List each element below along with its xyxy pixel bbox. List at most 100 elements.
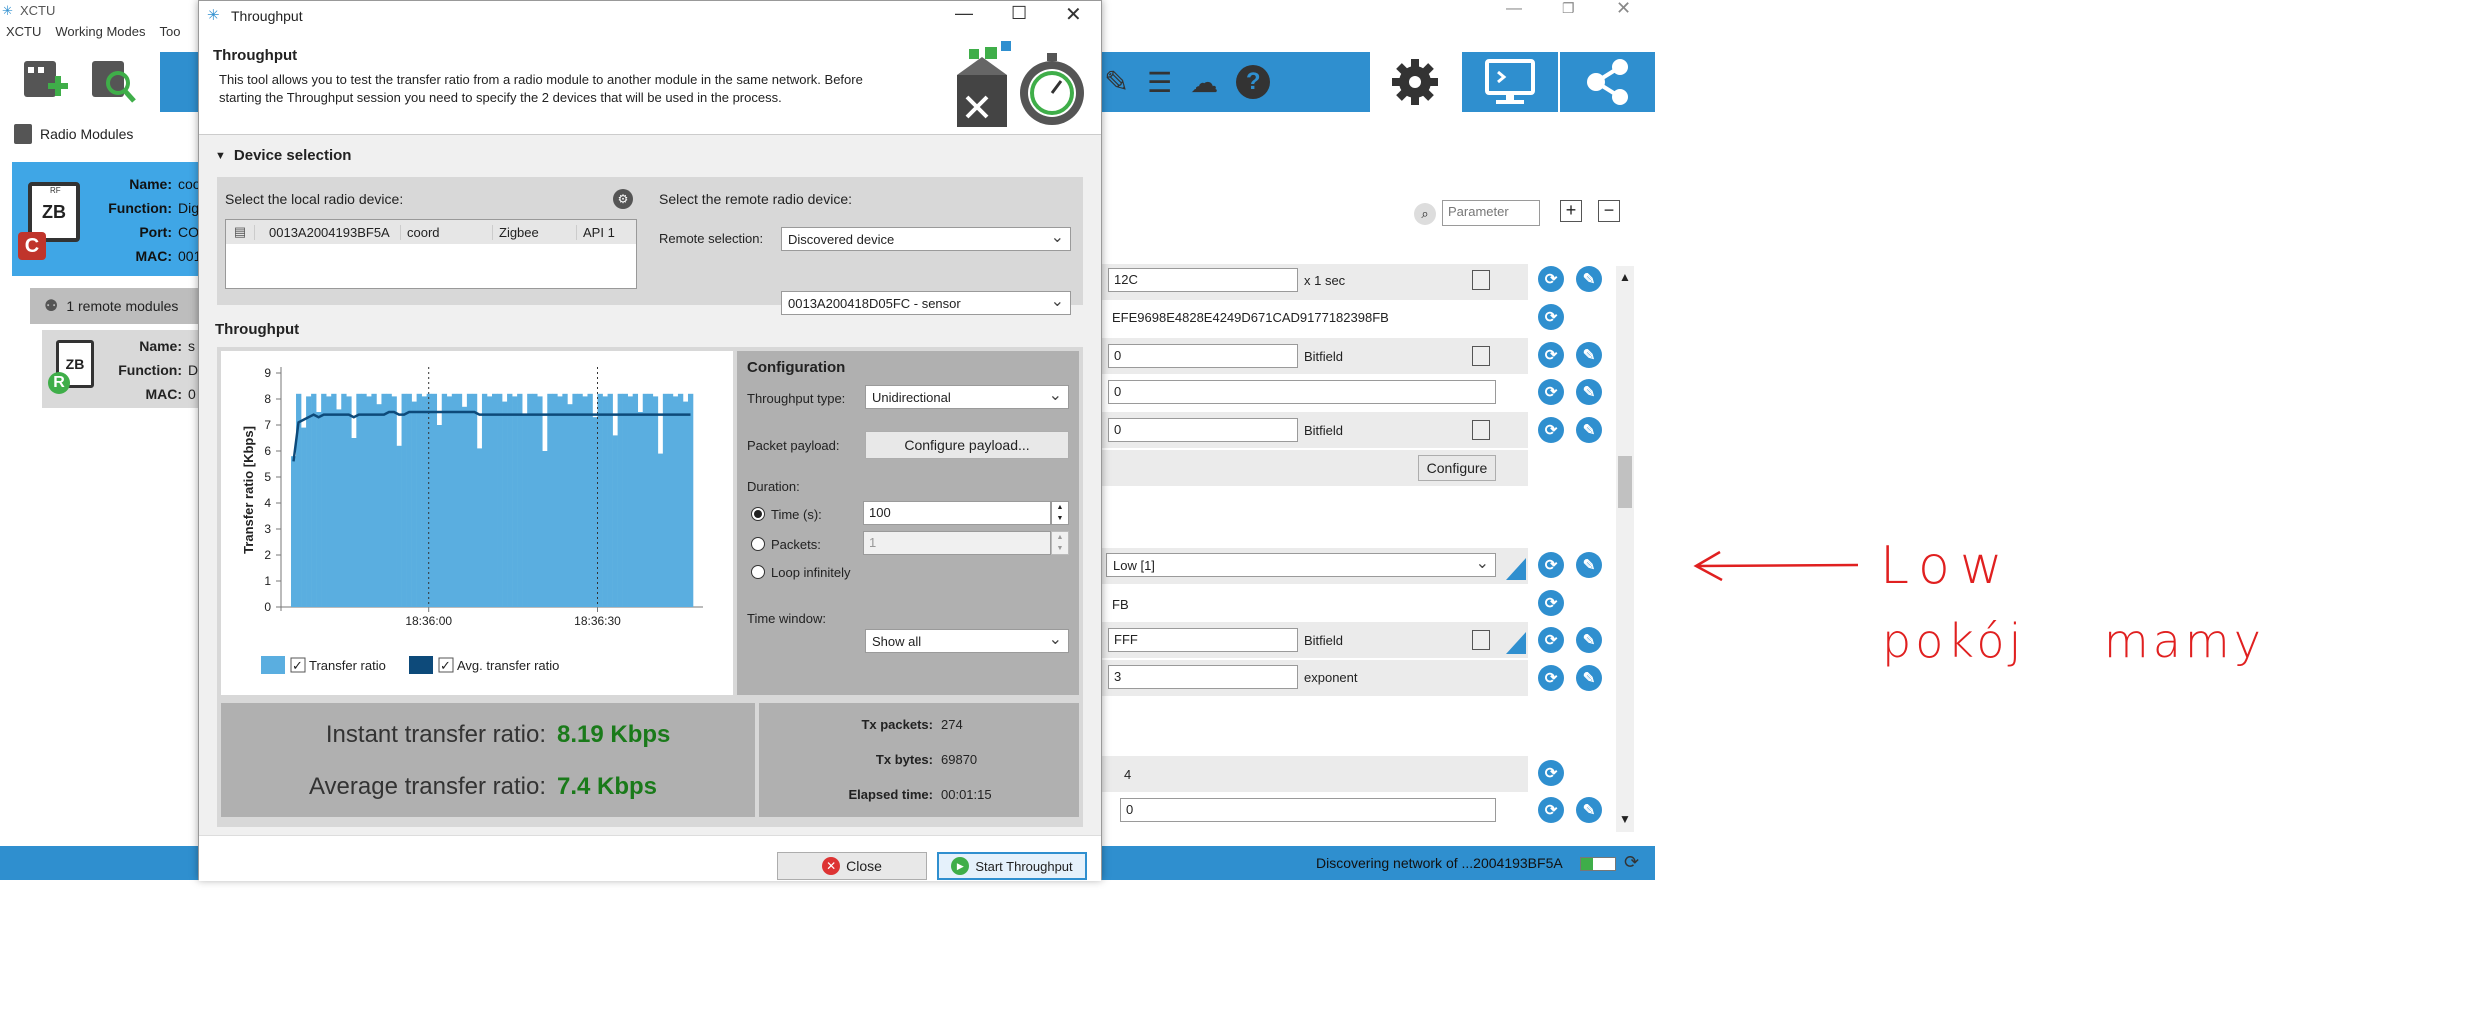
consoles-mode-button[interactable]	[1462, 52, 1558, 112]
profile-icon[interactable]: ☰	[1147, 66, 1172, 99]
param-value-2: EFE9698E4828E4249D671CAD9177182398FB	[1112, 310, 1389, 325]
packets-radio[interactable]	[751, 537, 765, 551]
arrow-annotation	[1693, 550, 1859, 582]
main-minimize-button[interactable]: —	[1506, 0, 1522, 18]
write-param-button[interactable]: ✎	[1576, 797, 1602, 823]
main-restore-button[interactable]: ❐	[1562, 0, 1575, 17]
calculator-icon[interactable]	[1472, 346, 1490, 366]
param-value-5[interactable]: 0	[1108, 418, 1298, 442]
configure-button[interactable]: Configure	[1418, 455, 1496, 481]
transfer-ratio-bar	[607, 393, 613, 607]
dialog-maximize-button[interactable]: ☐	[1011, 3, 1027, 24]
local-device-row[interactable]: ▤ 0013A2004193BF5A coord Zigbee API 1	[226, 220, 636, 244]
parameter-search-input[interactable]: Parameter	[1442, 200, 1540, 226]
menu-tools[interactable]: Too	[159, 24, 180, 44]
transfer-ratio-bar	[597, 393, 603, 607]
write-param-button[interactable]: ✎	[1576, 379, 1602, 405]
read-param-button[interactable]: ⟳	[1538, 342, 1564, 368]
transfer-ratio-bar	[572, 393, 578, 607]
refresh-devices-icon[interactable]: ⚙	[613, 189, 633, 209]
search-icon[interactable]: ⌕	[1414, 203, 1436, 225]
param-value-3[interactable]: 0	[1108, 344, 1298, 368]
transfer-ratio-bar	[306, 396, 312, 607]
main-close-button[interactable]: ✕	[1616, 0, 1631, 19]
collapse-all-button[interactable]: −	[1598, 200, 1620, 222]
close-circle-icon: ✕	[822, 857, 841, 875]
write-param-button[interactable]: ✎	[1576, 665, 1602, 691]
read-param-button[interactable]: ⟳	[1538, 379, 1564, 405]
param-value-4[interactable]: 0	[1108, 380, 1496, 404]
legend-check-mark: ✓	[440, 658, 451, 673]
network-mode-button[interactable]	[1560, 52, 1655, 112]
transfer-ratio-bar	[321, 393, 327, 607]
menu-working-modes[interactable]: Working Modes	[55, 24, 145, 44]
menu-xctu[interactable]: XCTU	[6, 24, 41, 44]
packets-spinner[interactable]: ▲ ▼	[1051, 531, 1069, 555]
read-param-button[interactable]: ⟳	[1538, 627, 1564, 653]
help-icon[interactable]: ?	[1236, 65, 1271, 99]
time-window-dropdown[interactable]: Show all	[865, 629, 1069, 653]
refresh-icon[interactable]: ⟳	[1624, 852, 1639, 873]
tools-icon[interactable]: ✎	[1104, 65, 1129, 100]
read-param-button[interactable]: ⟳	[1538, 304, 1564, 330]
configure-payload-button[interactable]: Configure payload...	[865, 431, 1069, 459]
console-chat-icon[interactable]: ☁	[1190, 66, 1218, 99]
time-radio[interactable]	[751, 507, 765, 521]
scroll-thumb[interactable]	[1618, 456, 1632, 508]
throughput-type-dropdown[interactable]: Unidirectional	[865, 385, 1069, 409]
read-param-button[interactable]: ⟳	[1538, 797, 1564, 823]
remote-device-dropdown[interactable]: 0013A200418D05FC - sensor	[781, 291, 1071, 315]
param-value-9[interactable]: FFF	[1108, 628, 1298, 652]
read-param-button[interactable]: ⟳	[1538, 665, 1564, 691]
write-param-button[interactable]: ✎	[1576, 552, 1602, 578]
param-value-7[interactable]: Low [1]	[1106, 553, 1496, 577]
params-scrollbar[interactable]: ▲ ▼	[1616, 266, 1634, 832]
dialog-minimize-button[interactable]: —	[955, 3, 973, 24]
device-selection-header[interactable]: ▼ Device selection	[215, 147, 351, 165]
annotation-pokoj-mamy: pokój mamy	[1882, 614, 2265, 668]
progress-indicator	[1580, 857, 1616, 871]
calculator-icon[interactable]	[1472, 630, 1490, 650]
read-param-button[interactable]: ⟳	[1538, 552, 1564, 578]
write-param-button[interactable]: ✎	[1576, 266, 1602, 292]
transfer-ratio-bar	[406, 393, 412, 607]
read-param-button[interactable]: ⟳	[1538, 760, 1564, 786]
param-value-1[interactable]: 12C	[1108, 268, 1298, 292]
add-device-button[interactable]	[18, 55, 68, 105]
param-value-10[interactable]: 3	[1108, 665, 1298, 689]
read-param-button[interactable]: ⟳	[1538, 590, 1564, 616]
y-tick-label: 2	[264, 548, 271, 562]
scroll-up-arrow[interactable]: ▲	[1619, 270, 1631, 284]
remote-device-label: Select the remote radio device:	[659, 191, 852, 207]
configuration-mode-button[interactable]	[1372, 52, 1458, 112]
transfer-ratio-bar	[361, 393, 367, 607]
calculator-icon[interactable]	[1472, 420, 1490, 440]
dialog-app-icon: ✳	[207, 7, 220, 24]
local-device-card[interactable]: ZB RF C Name: Function: Port: MAC: coo D…	[12, 162, 201, 276]
transfer-ratio-bar	[522, 414, 528, 607]
transfer-ratio-bar	[632, 393, 639, 607]
legend-label: Avg. transfer ratio	[457, 658, 559, 673]
time-spinner[interactable]: ▲ ▼	[1051, 501, 1069, 525]
scroll-down-arrow[interactable]: ▼	[1619, 812, 1631, 826]
y-tick-label: 6	[264, 444, 271, 458]
calculator-icon[interactable]	[1472, 270, 1490, 290]
write-param-button[interactable]: ✎	[1576, 417, 1602, 443]
packets-input[interactable]: 1	[863, 531, 1051, 555]
remote-device-card[interactable]: ZB R Name: Function: MAC: s D 0	[42, 330, 200, 408]
remote-modules-header[interactable]: ⚉ 1 remote modules	[30, 288, 200, 324]
write-param-button[interactable]: ✎	[1576, 342, 1602, 368]
read-param-button[interactable]: ⟳	[1538, 266, 1564, 292]
time-input[interactable]: 100	[863, 501, 1051, 525]
discover-devices-button[interactable]	[88, 55, 138, 105]
param-row-11	[1100, 756, 1528, 792]
write-param-button[interactable]: ✎	[1576, 627, 1602, 653]
start-throughput-button[interactable]: ▶ Start Throughput	[937, 852, 1087, 880]
param-value-12[interactable]: 0	[1120, 798, 1496, 822]
remote-selection-dropdown[interactable]: Discovered device	[781, 227, 1071, 251]
read-param-button[interactable]: ⟳	[1538, 417, 1564, 443]
dialog-close-button[interactable]: ✕	[1065, 2, 1082, 27]
expand-all-button[interactable]: +	[1560, 200, 1582, 222]
loop-radio[interactable]	[751, 565, 765, 579]
close-button[interactable]: ✕ Close	[777, 852, 927, 880]
